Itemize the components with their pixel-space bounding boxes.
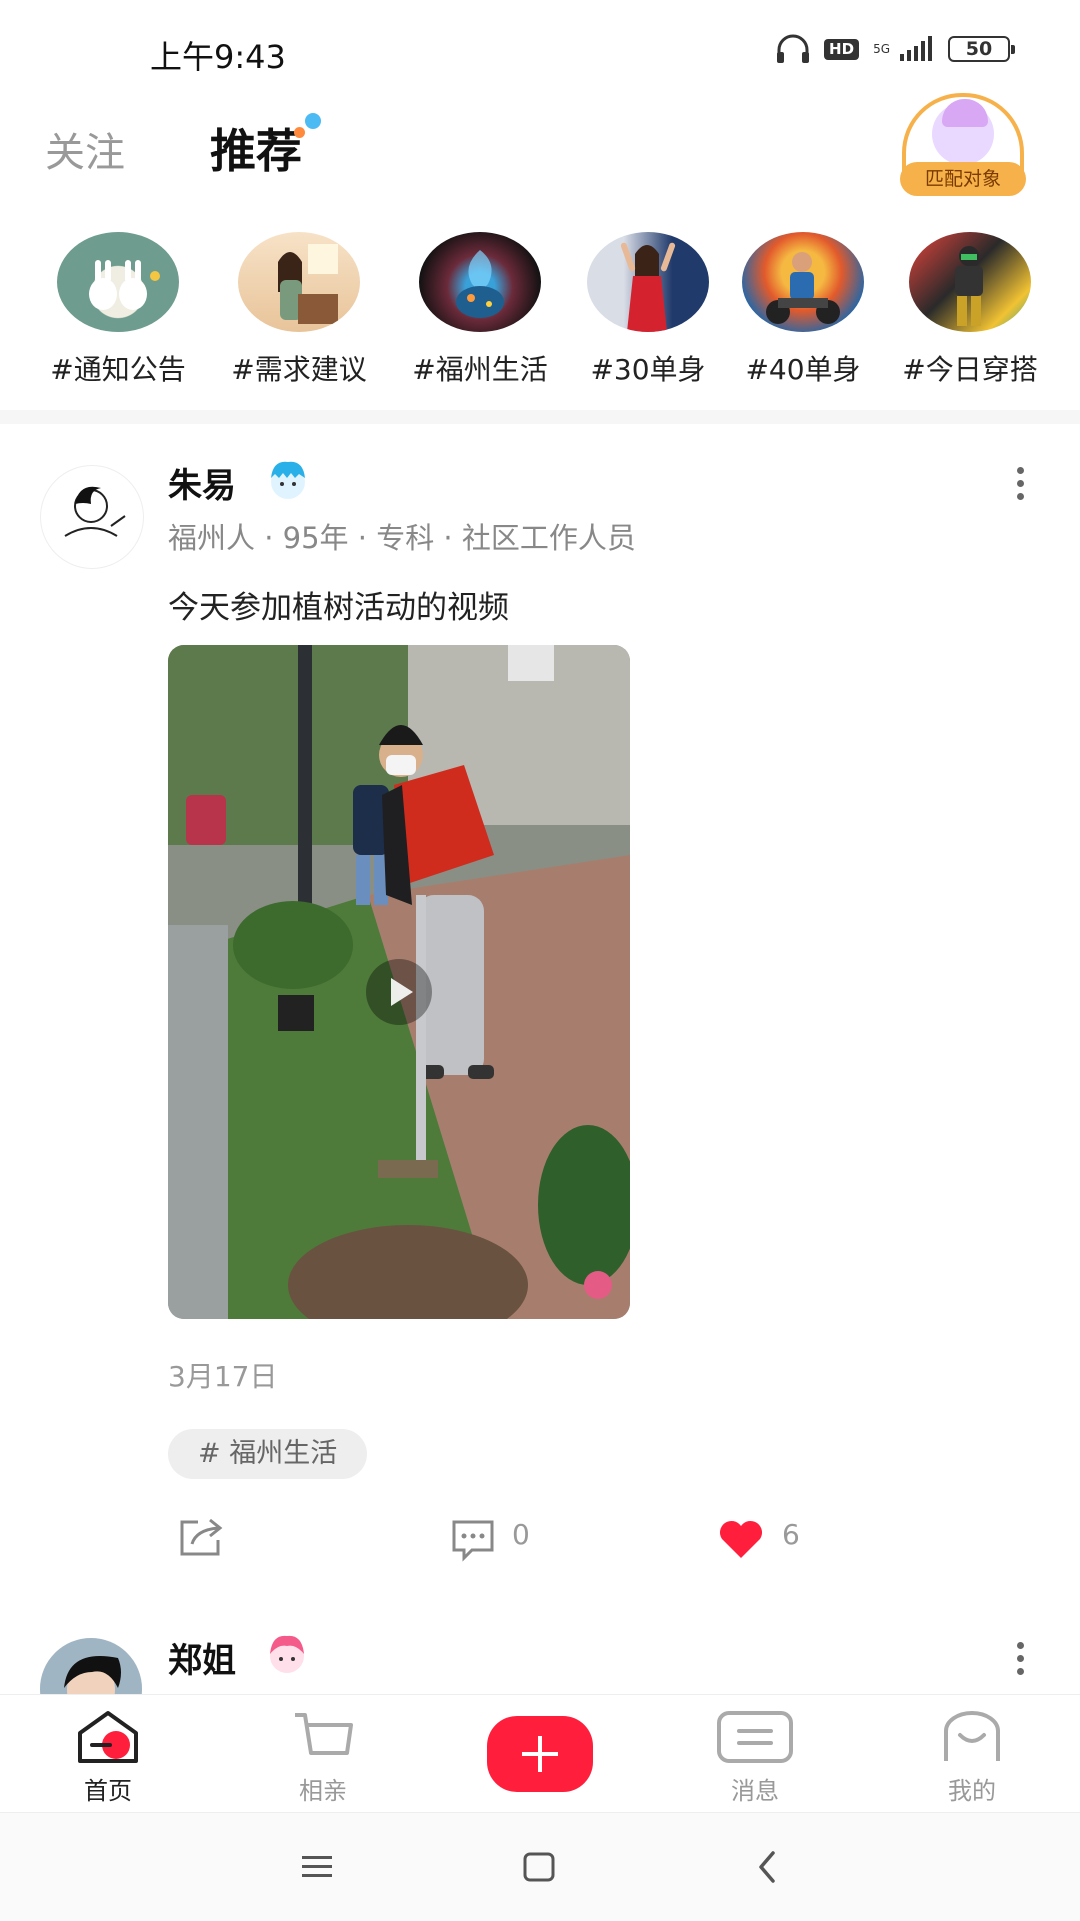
male-avatar-icon [271,461,305,499]
add-post-button[interactable] [487,1716,593,1792]
female-avatar-icon [270,1635,304,1673]
video-play-icon[interactable] [366,959,432,1025]
status-time: 上午9:43 [150,38,286,76]
post-author-name[interactable]: 朱易 [168,458,236,507]
nav-messages-label: 消息 [731,1777,779,1805]
nav-dating[interactable]: 相亲 [263,1709,383,1806]
topic-notice[interactable]: #通知公告 [38,232,198,388]
post-more-icon[interactable] [1015,467,1025,500]
battery-icon: 50 [948,36,1015,62]
network-label: 5G [873,42,890,56]
tab-decoration-dot [294,127,305,138]
topic-image [909,232,1031,332]
comment-count: 0 [512,1518,530,1551]
post-date: 3月17日 [168,1360,278,1393]
topic-label: #今日穿搭 [902,353,1038,386]
topic-label: #通知公告 [50,353,186,386]
menu-icon[interactable] [300,1853,334,1881]
status-icons: HD 5G 50 [776,34,1015,64]
topic-label: #需求建议 [231,353,367,386]
post-author-meta: 福州人 · 95年 · 专科 · 社区工作人员 [168,521,636,555]
tab-follow[interactable]: 关注 [45,120,125,178]
section-divider [0,410,1080,424]
nav-mine-label: 我的 [948,1777,996,1805]
topic-label: #30单身 [590,353,706,386]
nav-home-label: 首页 [84,1777,132,1805]
post-author-avatar[interactable] [40,465,144,569]
signal-icon [900,36,932,61]
headphones-icon [777,34,810,63]
like-heart-icon[interactable] [716,1518,766,1560]
topic-image [419,232,541,332]
match-button-label[interactable]: 匹配对象 [900,162,1026,196]
tab-decoration-dot [305,113,321,129]
like-count: 6 [782,1518,800,1551]
topic-label: #40单身 [745,353,861,386]
topic-image [742,232,864,332]
match-avatar-icon [932,99,994,165]
post-topic-tag[interactable]: # 福州生活 [168,1429,368,1479]
profile-face-icon [944,1711,1000,1761]
plus-icon [522,1736,558,1772]
share-icon[interactable] [178,1516,226,1558]
cart-icon [295,1713,353,1755]
message-icon [717,1711,793,1763]
home-square-icon[interactable] [522,1851,556,1883]
system-nav-bar [0,1812,1080,1921]
comment-icon[interactable] [450,1518,496,1562]
post-text: 今天参加植树活动的视频 [168,590,509,626]
nav-home[interactable]: 首页 [48,1709,168,1806]
battery-level: 50 [965,38,993,60]
next-post-more-icon[interactable] [1015,1642,1025,1675]
topic-image [238,232,360,332]
post-video[interactable] [168,645,630,1319]
hd-badge: HD [824,38,860,60]
topic-label: #福州生活 [412,353,548,386]
topic-image [587,232,709,332]
nav-messages[interactable]: 消息 [695,1709,815,1806]
topic-today-outfit[interactable]: #今日穿搭 [890,232,1050,388]
tab-recommend[interactable]: 推荐 [210,115,302,181]
topic-suggestion[interactable]: #需求建议 [219,232,379,388]
topic-30-single[interactable]: #30单身 [568,232,728,388]
back-icon[interactable] [755,1849,779,1885]
topic-fuzhou-life[interactable]: #福州生活 [400,232,560,388]
next-post-author-name[interactable]: 郑姐 [168,1633,236,1682]
topic-40-single[interactable]: #40单身 [723,232,883,388]
bottom-nav: 首页 相亲 消息 我的 [0,1694,1080,1813]
topic-image [57,232,179,332]
home-icon [78,1711,138,1763]
nav-mine[interactable]: 我的 [912,1709,1032,1806]
nav-dating-label: 相亲 [299,1777,347,1805]
